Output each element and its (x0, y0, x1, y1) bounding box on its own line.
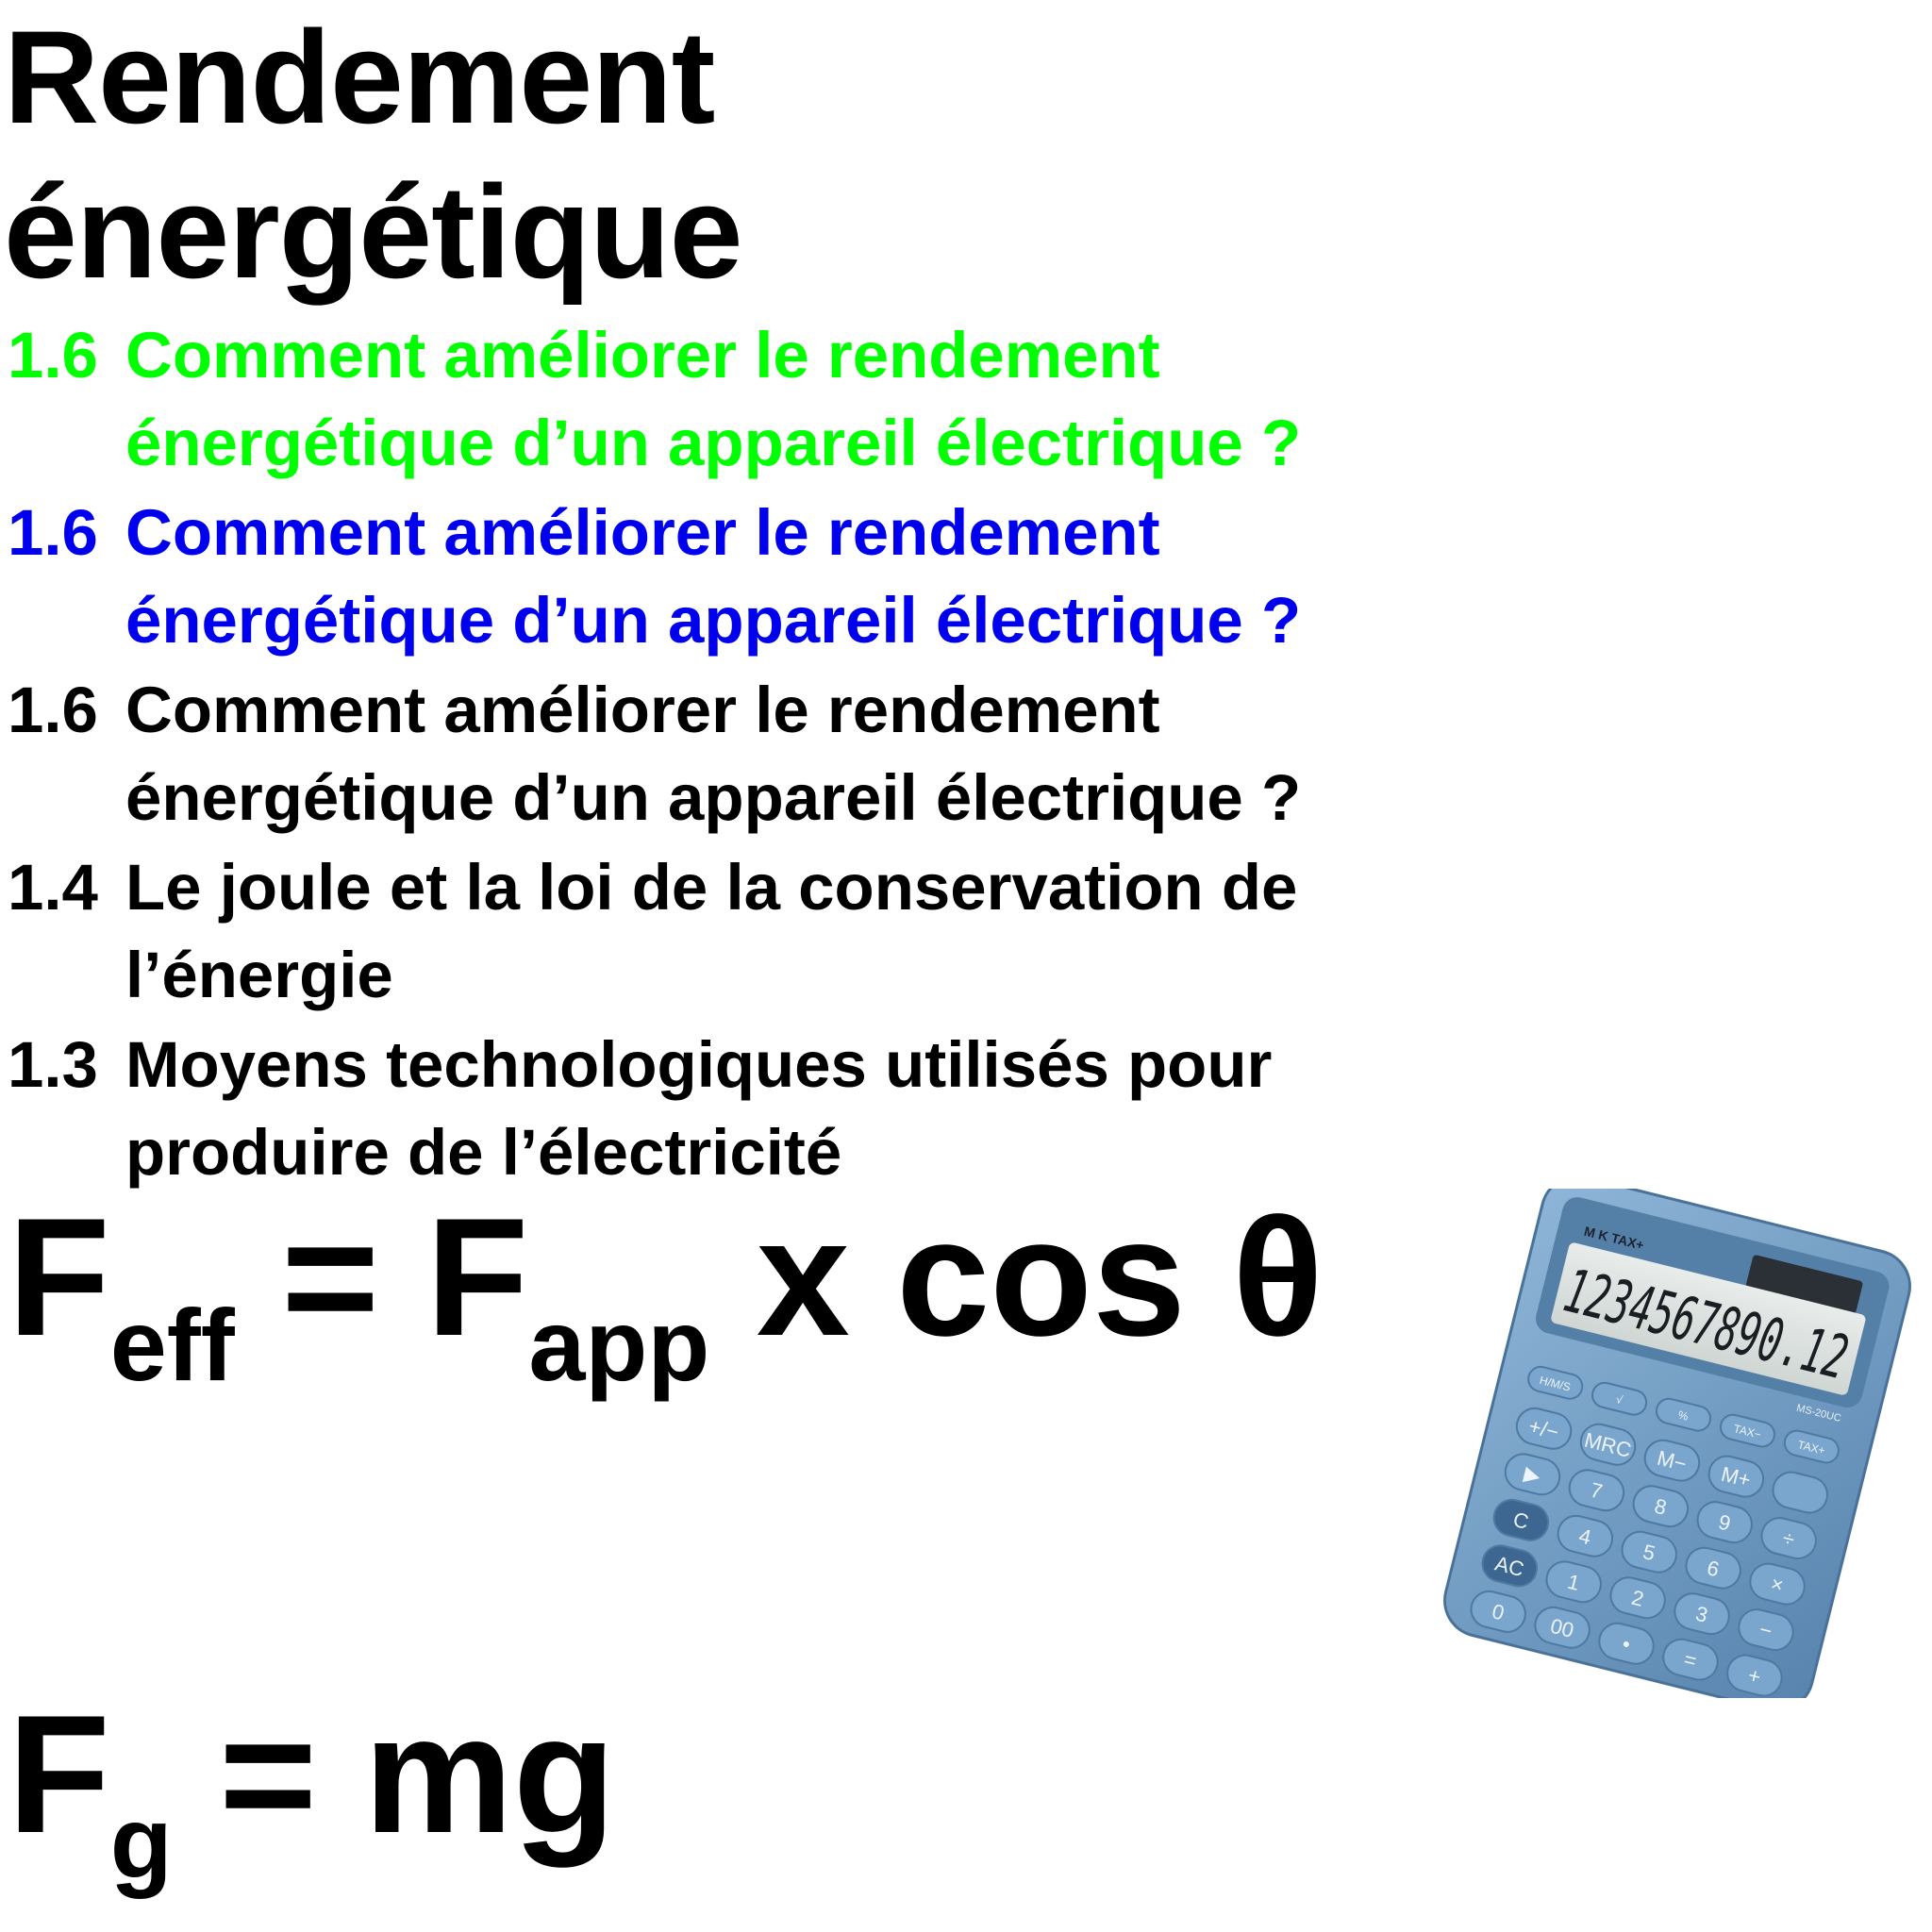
section-text-line-1: Comment améliorer le rendement (125, 319, 1160, 391)
section-text-line-2: énergétique d’un appareil électrique ? (125, 407, 1302, 479)
formula-rest: = mg (172, 1680, 616, 1868)
section-text-line-1: Le joule et la loi de la conservation de (125, 851, 1298, 924)
page-title: Rendement énergétique (4, 0, 743, 309)
formula-subscript: app (528, 1288, 710, 1402)
title-line-2: énergétique (4, 158, 743, 306)
formula-symbol: F (8, 1680, 110, 1868)
formula-symbol: F (8, 1183, 110, 1371)
section-item: 1.6 Comment améliorer le rendement énerg… (8, 666, 1301, 841)
section-text-line-1: Comment améliorer le rendement (125, 496, 1160, 569)
section-text-line-2: énergétique d’un appareil électrique ? (125, 584, 1302, 657)
section-number: 1.3 (8, 1028, 98, 1101)
section-text-line-2: l’énergie (125, 939, 393, 1011)
formula-rest: x cos θ (709, 1183, 1324, 1371)
section-item: 1.4 Le joule et la loi de la conservatio… (8, 843, 1297, 1019)
section-text-line-1: Comment améliorer le rendement (125, 674, 1160, 746)
section-number: 1.6 (8, 319, 98, 391)
formula-subscript: g (109, 1785, 173, 1899)
section-number: 1.6 (8, 674, 98, 746)
gravity-force-formula: Fg = mg (8, 1690, 616, 1900)
section-item: 1.3 Moyens technologiques utilisés pour … (8, 1021, 1272, 1196)
calculator-image: M K TAX+ 1234567890.12 MS-20UC H/M/S√%TA… (1443, 1189, 1911, 1698)
section-number: 1.4 (8, 851, 98, 924)
section-item: 1.6 Comment améliorer le rendement énerg… (8, 489, 1301, 664)
section-item: 1.6 Comment améliorer le rendement énerg… (8, 311, 1301, 487)
section-text-line-2: énergétique d’un appareil électrique ? (125, 761, 1302, 834)
title-line-1: Rendement (4, 3, 715, 151)
formula-equals: = F (234, 1183, 529, 1371)
formula-subscript: eff (109, 1288, 235, 1402)
section-text-line-1: Moyens technologiques utilisés pour (125, 1028, 1273, 1101)
effective-force-formula: Feff = Fapp x cos θ (8, 1193, 1324, 1403)
section-number: 1.6 (8, 496, 98, 569)
